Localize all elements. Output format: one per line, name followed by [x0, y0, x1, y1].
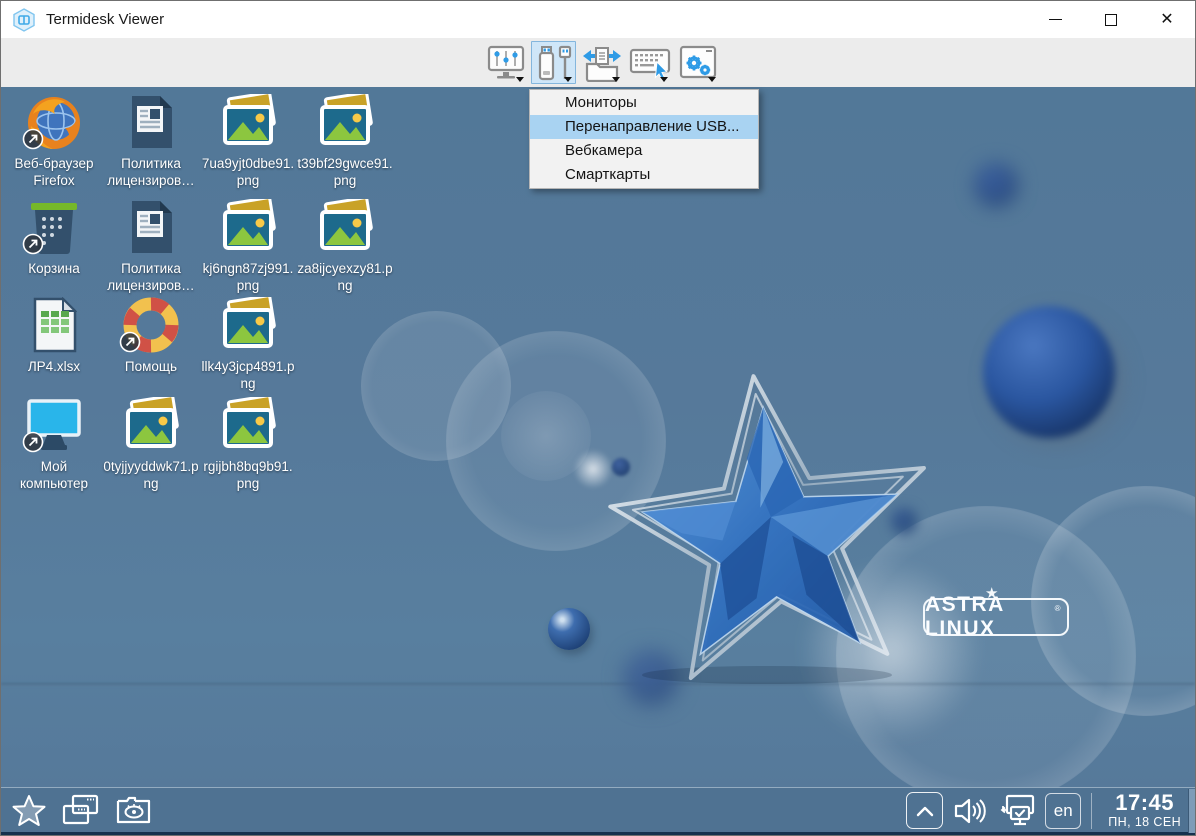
termidesk-viewer-window: Termidesk Viewer ✕ — [0, 0, 1196, 836]
minimize-icon — [1049, 19, 1062, 21]
desktop-icon-label: za8ijcyexzy81.png — [297, 260, 393, 295]
image-icon — [219, 94, 277, 150]
astra-logo-text: ASTRA LINUX — [925, 593, 1067, 641]
desktop-icon-label: Политика лицензиров… — [103, 260, 199, 295]
astra-star-graphic — [602, 367, 942, 697]
document-icon — [128, 199, 174, 255]
menu-item-usb-redirection[interactable]: Перенаправление USB... — [530, 115, 758, 139]
chevron-down-icon — [516, 77, 524, 82]
desktop-icon-label: ЛР4.xlsx — [6, 358, 102, 375]
maximize-button[interactable] — [1083, 1, 1139, 38]
desktop-icon-image[interactable]: kj6ngn87zj991.png — [200, 199, 296, 295]
file-transfer-button[interactable] — [579, 41, 624, 84]
desktop-icon-document[interactable]: Политика лицензиров… — [103, 94, 199, 190]
menu-item-monitors[interactable]: Мониторы — [530, 91, 758, 115]
astra-menu-star-icon[interactable] — [11, 793, 47, 829]
chevron-down-icon — [708, 77, 716, 82]
desktop-icon-image[interactable]: 0tyjjyyddwk71.png — [103, 397, 199, 493]
chevron-down-icon — [564, 77, 572, 82]
desktop-icon-help[interactable]: Помощь — [103, 297, 199, 375]
blue-sphere-large — [983, 306, 1115, 438]
file-transfer-icon — [581, 44, 623, 82]
language-indicator[interactable]: en — [1045, 793, 1081, 829]
desktop-icon-image[interactable]: t39bf29gwce91.png — [297, 94, 393, 190]
termidesk-logo-icon — [12, 8, 36, 32]
desktop-icon-image[interactable]: za8ijcyexzy81.png — [297, 199, 393, 295]
desktop-icon-document[interactable]: Политика лицензиров… — [103, 199, 199, 295]
desktop-icon-image[interactable]: 7ua9yjt0dbe91.png — [200, 94, 296, 190]
background-horizon-line — [1, 683, 1195, 686]
window-title: Termidesk Viewer — [46, 11, 164, 28]
desktop-icon-firefox[interactable]: Веб-браузер Firefox — [6, 94, 102, 190]
spreadsheet-icon — [31, 297, 77, 353]
speaker-icon[interactable] — [953, 796, 987, 826]
clock-date: ПН, 18 СЕН — [1108, 815, 1181, 829]
document-icon — [128, 94, 174, 150]
menu-item-webcam[interactable]: Вебкамера — [530, 139, 758, 163]
desktop-icon-label: llk4y3jcp4891.png — [200, 358, 296, 393]
astra-linux-logo: ASTRA LINUX ® — [923, 598, 1069, 636]
tray-expand-button[interactable] — [906, 792, 943, 829]
desktop-icon-label: t39bf29gwce91.png — [297, 155, 393, 190]
tray-divider — [1091, 793, 1092, 829]
desktop-icon-label: kj6ngn87zj991.png — [200, 260, 296, 295]
maximize-icon — [1105, 14, 1117, 26]
window-settings-icon — [678, 45, 718, 81]
image-icon — [122, 397, 180, 453]
shortcut-arrow-icon — [119, 331, 141, 353]
close-icon: ✕ — [1160, 12, 1173, 28]
desktop-icon-label: Мой компьютер — [6, 458, 102, 493]
image-icon — [219, 397, 277, 453]
desktop-icon-spreadsheet[interactable]: ЛР4.xlsx — [6, 297, 102, 375]
chevron-down-icon — [612, 77, 620, 82]
blue-sphere-blurred — [974, 163, 1018, 207]
show-desktop-button[interactable] — [1188, 789, 1195, 833]
chevron-down-icon — [660, 77, 668, 82]
image-icon — [219, 199, 277, 255]
usb-dropdown-menu: Мониторы Перенаправление USB... Вебкамер… — [529, 89, 759, 189]
language-code: en — [1054, 801, 1073, 821]
blue-sphere-shiny — [548, 608, 590, 650]
shortcut-arrow-icon — [22, 233, 44, 255]
window-list-icon[interactable] — [61, 794, 101, 828]
usb-redirection-icon — [535, 44, 573, 82]
desktop-icon-label: Политика лицензиров… — [103, 155, 199, 190]
titlebar: Termidesk Viewer ✕ — [1, 1, 1195, 38]
shortcut-arrow-icon — [22, 128, 44, 150]
desktop-icon-my-computer[interactable]: Мой компьютер — [6, 397, 102, 493]
remote-displays-icon[interactable] — [997, 794, 1035, 828]
desktop-icon-label: 0tyjjyyddwk71.png — [103, 458, 199, 493]
window-settings-button[interactable] — [675, 41, 720, 84]
display-settings-button[interactable] — [483, 41, 528, 84]
desktop-icon-label: Помощь — [103, 358, 199, 375]
desktop-icon-label: Корзина — [6, 260, 102, 277]
remote-desktop-view[interactable]: ★ ASTRA LINUX ® — [1, 87, 1195, 789]
chevron-up-icon — [916, 805, 934, 817]
desktop-icon-label: Веб-браузер Firefox — [6, 155, 102, 190]
taskbar: en 17:45 ПН, 18 СЕН — [1, 787, 1195, 835]
display-settings-icon — [487, 45, 525, 81]
registered-mark: ® — [1055, 604, 1062, 613]
desktop-icon-trash[interactable]: Корзина — [6, 199, 102, 277]
keyboard-input-icon — [629, 44, 671, 82]
image-icon — [219, 297, 277, 353]
file-manager-icon[interactable] — [115, 795, 153, 827]
desktop-icon-label: 7ua9yjt0dbe91.png — [200, 155, 296, 190]
desktop-icon-image[interactable]: llk4y3jcp4891.png — [200, 297, 296, 393]
image-icon — [316, 199, 374, 255]
image-icon — [316, 94, 374, 150]
clock[interactable]: 17:45 ПН, 18 СЕН — [1108, 792, 1181, 828]
close-button[interactable]: ✕ — [1139, 1, 1195, 38]
usb-redirection-button[interactable] — [531, 41, 576, 84]
toolbar — [1, 38, 1195, 87]
minimize-button[interactable] — [1027, 1, 1083, 38]
clock-time: 17:45 — [1108, 792, 1181, 814]
desktop-icon-image[interactable]: rgijbh8bq9b91.png — [200, 397, 296, 493]
desktop-icon-label: rgijbh8bq9b91.png — [200, 458, 296, 493]
shortcut-arrow-icon — [22, 431, 44, 453]
menu-item-smartcards[interactable]: Смарткарты — [530, 163, 758, 187]
keyboard-input-button[interactable] — [627, 41, 672, 84]
